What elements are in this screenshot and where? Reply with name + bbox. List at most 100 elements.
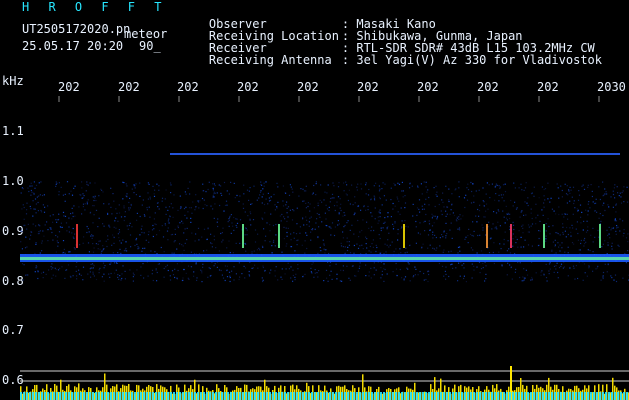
noise-speck (396, 275, 398, 277)
histogram-base-bar (251, 392, 253, 400)
noise-speck (455, 267, 457, 269)
histogram-base-bar (392, 392, 394, 400)
noise-speck (279, 215, 281, 217)
noise-speck (308, 225, 310, 227)
noise-speck (470, 202, 473, 204)
noise-speck (409, 244, 411, 247)
noise-speck (338, 213, 340, 215)
noise-speck (281, 213, 283, 216)
noise-speck (82, 203, 85, 205)
noise-speck (246, 189, 249, 191)
noise-speck (211, 246, 213, 248)
noise-speck (263, 203, 266, 206)
noise-speck (587, 214, 589, 216)
noise-speck (589, 207, 591, 209)
noise-speck (30, 208, 32, 210)
noise-speck (419, 211, 421, 213)
noise-speck (343, 190, 345, 192)
noise-speck (239, 276, 241, 278)
noise-speck (233, 182, 235, 184)
noise-speck (154, 189, 156, 191)
histogram-base-bar (209, 392, 211, 400)
noise-speck (209, 267, 211, 270)
noise-speck (119, 275, 121, 277)
noise-speck (185, 193, 187, 195)
noise-speck (113, 226, 115, 228)
noise-speck (238, 262, 240, 264)
histogram-base-bar (533, 392, 535, 400)
noise-speck (112, 193, 114, 195)
noise-speck (341, 280, 343, 282)
noise-speck (344, 224, 346, 227)
noise-speck (379, 209, 381, 211)
noise-speck (392, 228, 395, 230)
noise-speck (117, 252, 119, 254)
histogram-base-bar (245, 392, 247, 400)
noise-speck (331, 222, 334, 224)
noise-speck (535, 272, 537, 274)
noise-speck (423, 279, 425, 281)
histogram-base-bar (137, 392, 139, 400)
noise-speck (165, 189, 167, 191)
noise-speck (262, 218, 264, 220)
noise-speck (180, 207, 182, 209)
histogram-base-bar (227, 392, 229, 400)
noise-speck (156, 271, 158, 274)
histogram-base-bar (128, 392, 130, 400)
noise-speck (56, 182, 58, 184)
noise-speck (450, 222, 452, 224)
noise-speck (564, 251, 566, 253)
noise-speck (291, 188, 293, 190)
noise-speck (201, 281, 203, 283)
noise-speck (64, 215, 67, 217)
noise-speck (135, 183, 137, 185)
noise-speck (520, 211, 522, 213)
noise-speck (333, 185, 335, 187)
noise-speck (283, 226, 285, 228)
noise-speck (471, 190, 473, 193)
noise-speck (262, 280, 264, 283)
noise-speck (487, 208, 489, 210)
noise-speck (125, 183, 127, 185)
noise-speck (571, 242, 574, 244)
noise-speck (469, 233, 472, 235)
noise-speck (401, 181, 403, 183)
noise-speck (58, 191, 60, 193)
noise-speck (485, 203, 488, 205)
noise-speck (353, 233, 355, 235)
noise-speck (627, 241, 629, 243)
noise-speck (544, 199, 546, 201)
noise-speck (236, 194, 238, 197)
noise-speck (439, 245, 441, 247)
noise-speck (116, 212, 118, 214)
noise-speck (296, 207, 298, 209)
noise-speck (512, 224, 515, 226)
noise-speck (134, 185, 136, 187)
noise-speck (193, 271, 195, 273)
noise-speck (569, 267, 571, 269)
noise-speck (494, 227, 496, 229)
noise-speck (254, 229, 257, 231)
noise-speck (226, 190, 228, 192)
noise-speck (537, 214, 539, 216)
noise-speck (309, 203, 311, 205)
noise-speck (443, 206, 445, 208)
noise-speck (95, 243, 97, 245)
noise-speck (555, 213, 557, 215)
noise-speck (325, 249, 327, 251)
noise-speck (265, 235, 267, 237)
noise-speck (288, 194, 291, 196)
noise-speck (472, 183, 474, 185)
noise-speck (124, 211, 126, 213)
noise-speck (587, 249, 589, 251)
histogram-base-bar (74, 392, 76, 400)
noise-speck (501, 265, 503, 267)
noise-speck (148, 231, 150, 233)
noise-speck (368, 271, 370, 273)
noise-speck (68, 193, 70, 195)
noise-speck (541, 209, 543, 211)
histogram-base-bar (611, 392, 613, 400)
noise-speck (158, 189, 160, 191)
noise-speck (355, 275, 357, 277)
noise-speck (115, 217, 117, 219)
